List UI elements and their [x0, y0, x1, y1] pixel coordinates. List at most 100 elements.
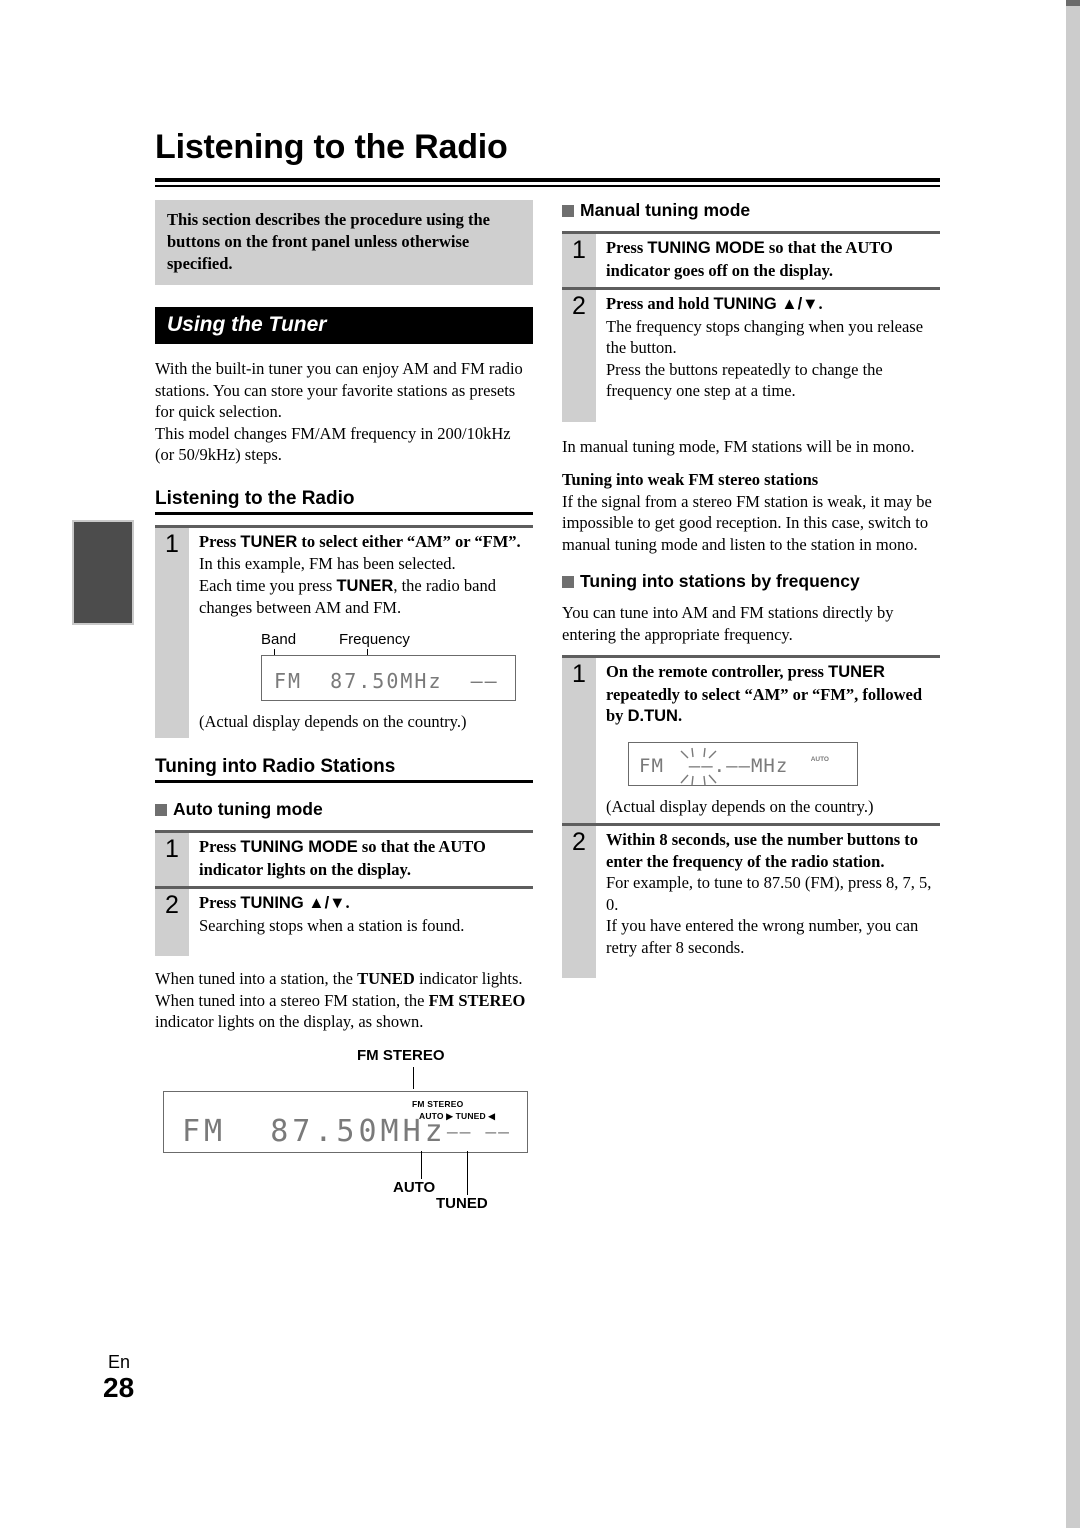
indicator-tuned: TUNED: [357, 969, 415, 988]
step-body-line-2: Each time you press TUNER, the radio ban…: [199, 575, 533, 619]
indicator-fm-stereo: FM STEREO: [428, 990, 526, 1010]
key-tuning-updown: TUNING ▲/▼: [240, 894, 346, 912]
step-number: 1: [562, 234, 596, 287]
step-lead: Press and hold TUNING ▲/▼.: [606, 293, 940, 316]
intro-note-box: This section describes the procedure usi…: [155, 200, 533, 285]
lcd-indicator-auto: AUTO: [810, 755, 829, 763]
key-tuning-mode: TUNING MODE: [647, 239, 765, 257]
step-row: 1 Press TUNING MODE so that the AUTO ind…: [155, 833, 533, 886]
step-lead: Within 8 seconds, use the number buttons…: [606, 830, 919, 871]
callout-label-band: Band: [261, 630, 297, 648]
lead-part-a: On the remote controller, press: [606, 662, 829, 681]
step-row: 1 On the remote controller, press TUNER …: [562, 658, 940, 823]
pointer-line-auto: [421, 1150, 422, 1179]
step-list-tail: [562, 964, 940, 978]
lead-part-a: Press: [199, 531, 241, 551]
lcd-text: FM 87.50MHz: [182, 1113, 447, 1149]
pointer-line-tuned: [467, 1150, 468, 1195]
weak-fm-body: If the signal from a stereo FM station i…: [562, 491, 932, 554]
left-column: This section describes the procedure usi…: [155, 200, 533, 1212]
subhead-label: Auto tuning mode: [173, 799, 323, 819]
step-row: 1 Press TUNER to select either “AM” or “…: [155, 527, 533, 739]
key-tuner: TUNER: [828, 663, 885, 681]
step-number: 2: [562, 826, 596, 964]
step-tail-stub: [562, 407, 596, 422]
step-row: 1 Press TUNING MODE so that the AUTO ind…: [562, 234, 940, 287]
heading-rule-2: [155, 780, 533, 783]
lcd-display-band-frequency: FM 87.50MHz ––: [261, 654, 516, 701]
step-number: 2: [155, 889, 189, 942]
lcd-caption: (Actual display depends on the country.): [606, 796, 874, 816]
right-column: Manual tuning mode 1 Press TUNING MODE s…: [562, 200, 940, 978]
step-number: 1: [155, 833, 189, 886]
lcd-text: FM 87.50MHz ––: [274, 668, 499, 693]
step-row: 2 Press TUNING ▲/▼. Searching stops when…: [155, 886, 533, 942]
intro-paragraph-1: With the built-in tuner you can enjoy AM…: [155, 359, 523, 421]
step-list-tail: [562, 407, 940, 422]
lcd-text: FM ––.––MHz: [639, 754, 789, 777]
lead-part-e: .: [677, 706, 683, 725]
key-tuner: TUNER: [240, 532, 298, 551]
key-tuner-2: TUNER: [336, 576, 394, 595]
tuned-indicator-note: When tuned into a station, the TUNED ind…: [155, 968, 533, 1033]
step-body-line-1: The frequency stops changing when you re…: [606, 316, 924, 358]
step-content: Press TUNER to select either “AM” or “FM…: [189, 528, 533, 739]
lead-part-c: .: [818, 294, 823, 313]
title-rule: [155, 178, 940, 187]
subhead-auto-tuning-mode: Auto tuning mode: [155, 799, 533, 820]
step-number: 1: [155, 527, 189, 738]
step-content: Press TUNING ▲/▼. Searching stops when a…: [189, 889, 464, 942]
step-content: Press and hold TUNING ▲/▼. The frequency…: [596, 290, 940, 408]
step-body-line-2: Press the buttons repeatedly to change t…: [606, 359, 883, 401]
label-tuned: TUNED: [436, 1194, 488, 1212]
footer-page-number: 28: [103, 1372, 135, 1403]
lead-part-c: to select either “AM” or “FM”.: [297, 531, 521, 551]
lead-part-a: Press: [199, 893, 241, 912]
chapter-thumb-tab: [72, 520, 134, 625]
step-list-manual-tuning: 1 Press TUNING MODE so that the AUTO ind…: [562, 231, 940, 408]
section-banner-using-the-tuner: Using the Tuner: [155, 307, 533, 344]
step-row: 2 Within 8 seconds, use the number butto…: [562, 823, 940, 964]
key-dtun: D.TUN: [627, 707, 678, 725]
lead-part-a: Press and hold: [606, 294, 714, 313]
subhead-label: Manual tuning mode: [580, 200, 751, 220]
step-number: 2: [562, 290, 596, 408]
subhead-weak-fm-stereo: Tuning into weak FM stereo stations: [562, 470, 819, 489]
lcd-indicator-fm-stereo: FM STEREO: [412, 1098, 464, 1109]
step-list-tail: [155, 942, 533, 956]
step-lead: Press TUNING ▲/▼.: [199, 892, 464, 915]
step-lead: Press TUNING MODE so that the AUTO indic…: [606, 237, 940, 281]
step-row: 2 Press and hold TUNING ▲/▼. The frequen…: [562, 287, 940, 408]
lead-part-c: .: [345, 893, 350, 912]
lcd-display-direct-tuning: AUTO FM ––.––MHz: [628, 741, 858, 786]
key-tuning-updown: TUNING ▲/▼: [713, 295, 819, 313]
subhead-label: Tuning into stations by frequency: [580, 571, 860, 591]
freq-intro: You can tune into AM and FM stations dir…: [562, 603, 894, 644]
square-bullet-icon: [562, 204, 574, 217]
step-lead: Press TUNER to select either “AM” or “FM…: [199, 531, 533, 554]
body-part-a: Each time you press: [199, 575, 337, 595]
step-list-frequency: 1 On the remote controller, press TUNER …: [562, 655, 940, 964]
lcd-text-tail: –– ––: [446, 1121, 511, 1143]
step-lead: Press TUNING MODE so that the AUTO indic…: [199, 836, 533, 880]
heading-listening-to-the-radio: Listening to the Radio: [155, 487, 355, 509]
callout-label-frequency: Frequency: [339, 630, 410, 648]
page-canvas: Listening to the Radio This section desc…: [0, 0, 1080, 1528]
page-edge-bleed-cap: [1066, 0, 1080, 6]
label-auto: AUTO: [393, 1178, 436, 1196]
step-content: Press TUNING MODE so that the AUTO indic…: [189, 833, 533, 886]
step-list-listening: 1 Press TUNER to select either “AM” or “…: [155, 524, 533, 739]
footer-language: En: [108, 1352, 131, 1372]
label-fm-stereo: FM STEREO: [357, 1046, 445, 1064]
lcd-caption: (Actual display depends on the country.): [199, 711, 467, 731]
note-part-e: indicator lights on the display, as show…: [155, 1012, 424, 1031]
subhead-manual-tuning-mode: Manual tuning mode: [562, 200, 940, 221]
square-bullet-icon: [155, 803, 167, 816]
step-content: On the remote controller, press TUNER re…: [596, 658, 940, 823]
lcd-display-tuned: FM STEREO AUTO ▶ TUNED ◀ FM 87.50MHz –– …: [163, 1090, 528, 1153]
lcd-callouts: Band Frequency: [199, 629, 533, 677]
step-tail-stub: [155, 942, 189, 956]
manual-mono-note: In manual tuning mode, FM stations will …: [562, 436, 915, 456]
step-lead: On the remote controller, press TUNER re…: [606, 661, 940, 728]
intro-paragraph-2: This model changes FM/AM frequency in 20…: [155, 423, 511, 465]
